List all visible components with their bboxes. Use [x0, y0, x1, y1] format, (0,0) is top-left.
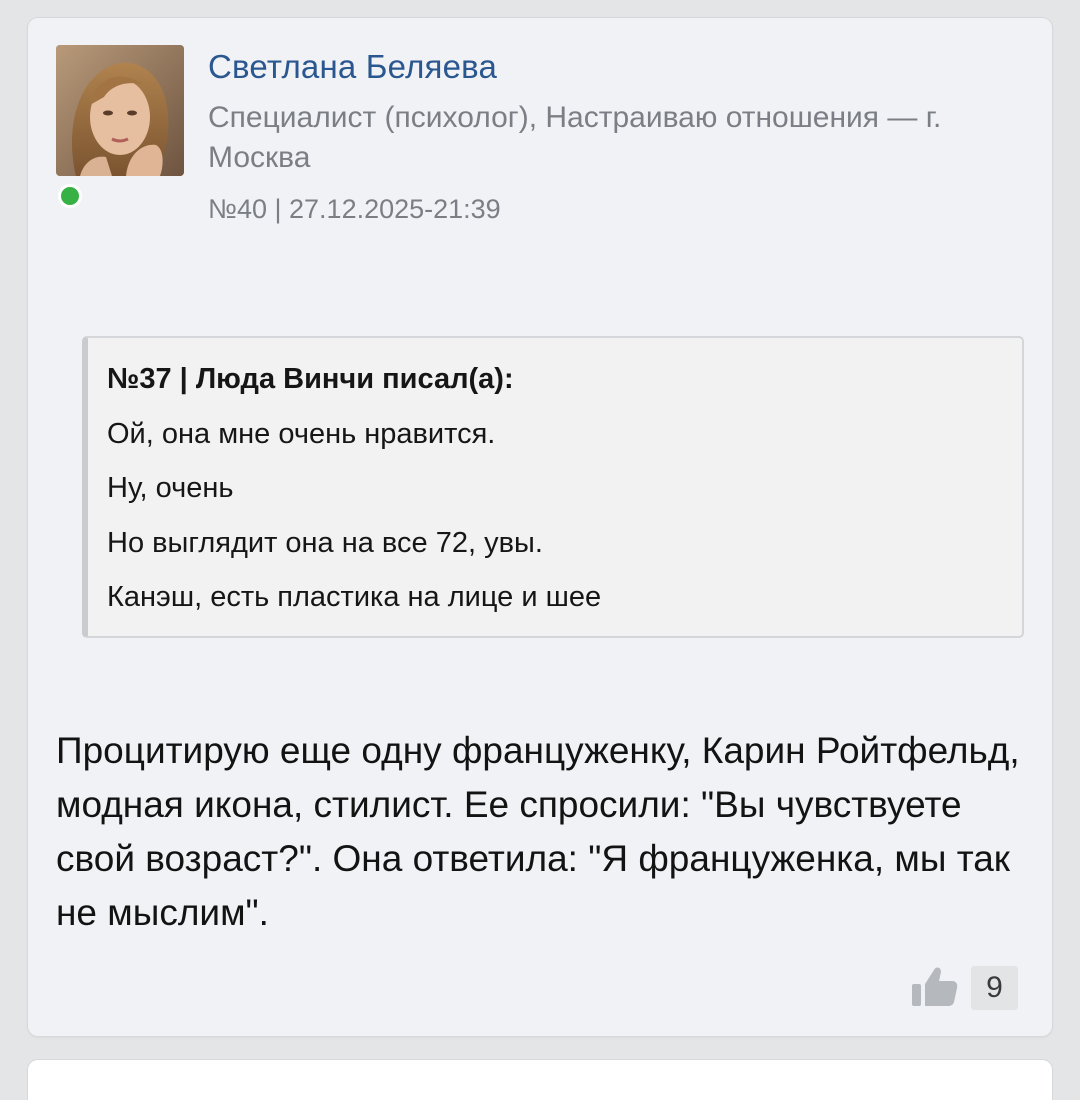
avatar[interactable]	[56, 45, 184, 176]
author-role: Специалист (психолог), Настраиваю отноше…	[208, 101, 942, 174]
avatar-photo	[56, 45, 184, 176]
quote-header[interactable]: №37 | Люда Винчи писал(а):	[107, 363, 514, 396]
online-status-indicator	[58, 184, 82, 208]
forum-post: Светлана Беляева Специалист (психолог), …	[28, 18, 1052, 1036]
quote-line: Ну, очень	[107, 472, 234, 504]
author-avatar-wrap[interactable]	[56, 45, 184, 208]
next-post-card	[28, 1060, 1052, 1100]
post-meta[interactable]: №40 | 27.12.2025-21:39	[208, 194, 501, 225]
quote-line: Ой, она мне очень нравится.	[107, 418, 496, 450]
quote-line: Канэш, есть пластика на лице и шее	[107, 581, 602, 613]
post-body: Процитирую еще одну француженку, Карин Р…	[56, 730, 1020, 933]
thumbs-up-icon	[912, 967, 958, 1006]
author-name[interactable]: Светлана Беляева	[208, 48, 497, 86]
quote-block: №37 | Люда Винчи писал(а): Ой, она мне о…	[82, 336, 1024, 638]
quote-line: Но выглядит она на все 72, увы.	[107, 527, 543, 559]
like-count: 9	[971, 966, 1018, 1010]
like-button[interactable]	[910, 962, 960, 1010]
